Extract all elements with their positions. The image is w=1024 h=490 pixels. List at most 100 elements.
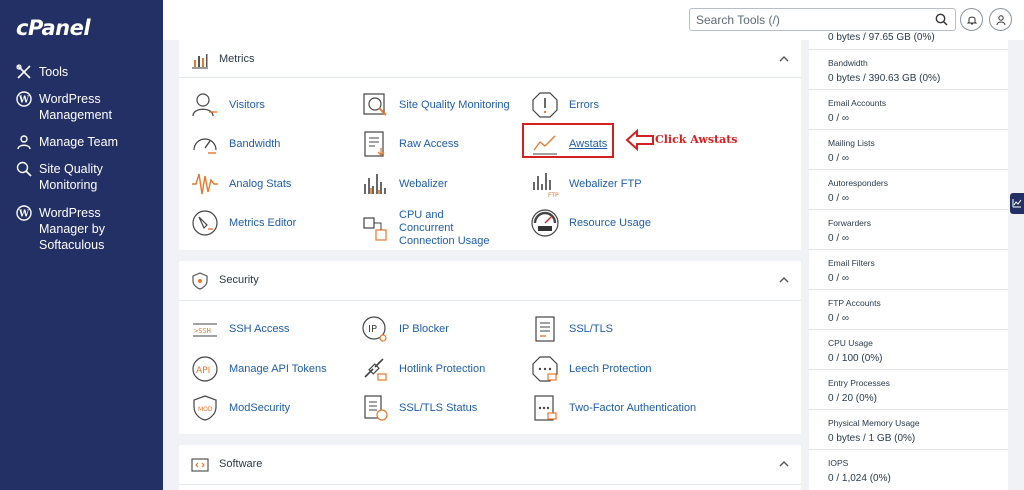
- tool-visitors[interactable]: Visitors: [191, 91, 265, 119]
- tool-label: SSL/TLS: [569, 322, 614, 335]
- cpu-usage-icon: [361, 215, 389, 243]
- tool-webalizer-ftp[interactable]: FTP Webalizer FTP: [531, 170, 642, 199]
- tool-label: Analog Stats: [229, 177, 292, 190]
- tool-modsecurity[interactable]: MOD ModSecurity: [191, 394, 290, 422]
- tool-label: ModSecurity: [229, 401, 291, 414]
- stat-label: FTP Accounts: [828, 298, 881, 308]
- ip-blocker-icon: IP: [361, 315, 389, 343]
- tool-cpu-concurrent-usage[interactable]: CPU and Concurrent Connection Usage: [361, 209, 499, 248]
- wordpress-icon: W: [16, 205, 34, 223]
- stat-entry-processes: Entry Processes 0 / 20 (0%): [809, 370, 1008, 410]
- stat-value: 0 / ∞: [828, 233, 850, 244]
- tool-label: Webalizer FTP: [569, 177, 642, 190]
- stat-value: 0 bytes / 1 GB (0%): [828, 433, 916, 444]
- raw-access-icon: [361, 130, 389, 158]
- tool-label: Bandwidth: [229, 137, 281, 150]
- tool-analog-stats[interactable]: Analog Stats: [191, 170, 291, 198]
- sidebar-item-label: Tools: [39, 65, 69, 79]
- analog-stats-icon: [191, 170, 219, 198]
- security-panel: Security >SSH SSH Access IP IP Blocker S…: [179, 261, 801, 434]
- modsecurity-icon: MOD: [191, 394, 219, 422]
- statistics-toggle-tab[interactable]: [1010, 193, 1024, 214]
- two-factor-icon: [531, 394, 559, 422]
- tool-site-quality-monitoring[interactable]: Site Quality Monitoring: [361, 91, 510, 119]
- chevron-up-icon[interactable]: [779, 460, 789, 468]
- tool-two-factor-authentication[interactable]: Two-Factor Authentication: [531, 394, 696, 422]
- stat-mailing-lists: Mailing Lists 0 / ∞: [809, 130, 1008, 170]
- chart-icon: [1012, 199, 1022, 208]
- software-panel: Software: [179, 445, 801, 490]
- stat-label: IOPS: [828, 458, 849, 468]
- stat-value: 0 / ∞: [828, 193, 850, 204]
- tool-hotlink-protection[interactable]: Hotlink Protection: [361, 355, 485, 383]
- stat-autoresponders: Autoresponders 0 / ∞: [809, 170, 1008, 210]
- annotation-text: Click Awstats: [655, 133, 738, 146]
- metrics-panel: Metrics Visitors Site Quality Monitoring…: [179, 36, 801, 250]
- tool-errors[interactable]: Errors: [531, 91, 599, 119]
- cpanel-logo[interactable]: cPanel: [16, 16, 91, 40]
- metrics-editor-icon: [191, 209, 219, 237]
- software-code-icon: [191, 456, 209, 474]
- api-tokens-icon: API: [191, 355, 219, 383]
- tool-ssl-tls-status[interactable]: SSL/TLS Status: [361, 394, 477, 422]
- stat-disk-usage: 0 bytes / 97.65 GB (0%): [809, 20, 1008, 50]
- tool-bandwidth[interactable]: Bandwidth: [191, 130, 280, 158]
- stat-bandwidth: Bandwidth 0 bytes / 390.63 GB (0%): [809, 50, 1008, 90]
- stat-label: CPU Usage: [828, 338, 873, 348]
- stat-label: Mailing Lists: [828, 138, 875, 148]
- svg-text:>SSH: >SSH: [194, 327, 211, 335]
- security-panel-header[interactable]: Security: [179, 261, 801, 301]
- webalizer-icon: [361, 170, 389, 198]
- tool-ip-blocker[interactable]: IP IP Blocker: [361, 315, 449, 343]
- stat-forwarders: Forwarders 0 / ∞: [809, 210, 1008, 250]
- svg-text:API: API: [196, 366, 210, 376]
- tool-webalizer[interactable]: Webalizer: [361, 170, 448, 198]
- sidebar-item-manage-team[interactable]: Manage Team: [16, 134, 118, 152]
- stat-iops: IOPS 0 / 1,024 (0%): [809, 450, 1008, 490]
- tool-manage-api-tokens[interactable]: API Manage API Tokens: [191, 355, 327, 383]
- svg-text:W: W: [18, 210, 30, 220]
- bandwidth-icon: [191, 130, 219, 158]
- tool-metrics-editor[interactable]: Metrics Editor: [191, 209, 296, 237]
- tool-label: Site Quality Monitoring: [399, 98, 510, 111]
- sidebar-item-wordpress-manager[interactable]: W WordPress Manager by Softaculous: [16, 205, 131, 253]
- tool-raw-access[interactable]: Raw Access: [361, 130, 459, 158]
- tool-ssl-tls[interactable]: SSL/TLS: [531, 315, 613, 343]
- hotlink-icon: [361, 355, 389, 383]
- sidebar-item-label: WordPress Management: [39, 92, 112, 122]
- tool-leech-protection[interactable]: Leech Protection: [531, 355, 652, 383]
- metrics-panel-header[interactable]: Metrics: [179, 40, 801, 78]
- stat-email-filters: Email Filters 0 / ∞: [809, 250, 1008, 290]
- resource-usage-icon: [531, 209, 559, 237]
- tool-ssh-access[interactable]: >SSH SSH Access: [191, 315, 290, 343]
- stat-label: Entry Processes: [828, 378, 890, 388]
- ssh-icon: >SSH: [191, 315, 219, 343]
- software-panel-header[interactable]: Software: [179, 445, 801, 485]
- sidebar-item-label: Manage Team: [39, 135, 118, 149]
- ssl-status-icon: [361, 394, 389, 422]
- chevron-up-icon[interactable]: [779, 276, 789, 284]
- sidebar-item-site-quality[interactable]: Site Quality Monitoring: [16, 161, 114, 193]
- tool-label: Errors: [569, 98, 599, 111]
- tool-label: IP Blocker: [399, 322, 449, 335]
- sidebar-item-wordpress-management[interactable]: W WordPress Management: [16, 91, 134, 123]
- tool-label: SSH Access: [229, 322, 290, 335]
- tool-resource-usage[interactable]: Resource Usage: [531, 209, 651, 237]
- webalizer-ftp-icon: FTP: [531, 170, 559, 199]
- tool-label: Resource Usage: [569, 216, 651, 229]
- stat-email-accounts: Email Accounts 0 / ∞: [809, 90, 1008, 130]
- sidebar-item-tools[interactable]: Tools: [16, 64, 68, 82]
- stat-value: 0 bytes / 390.63 GB (0%): [828, 73, 941, 84]
- stat-value: 0 / 20 (0%): [828, 393, 877, 404]
- stat-value: 0 / ∞: [828, 153, 850, 164]
- tool-label: Leech Protection: [569, 362, 652, 375]
- chevron-up-icon[interactable]: [779, 55, 789, 63]
- stat-physical-memory: Physical Memory Usage 0 bytes / 1 GB (0%…: [809, 410, 1008, 450]
- tool-label: Visitors: [229, 98, 265, 111]
- stat-value: 0 / 100 (0%): [828, 353, 883, 364]
- stat-label: Email Accounts: [828, 98, 887, 108]
- tools-icon: [16, 64, 34, 82]
- site-quality-icon: [16, 161, 34, 179]
- visitors-icon: [191, 91, 219, 119]
- tool-label: CPU and Concurrent Connection Usage: [399, 209, 490, 247]
